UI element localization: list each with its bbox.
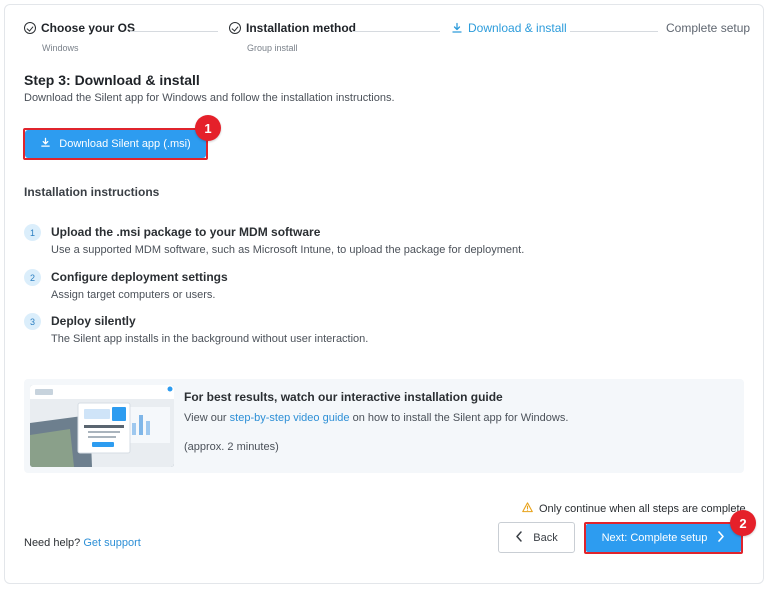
step-complete-setup[interactable]: Complete setup bbox=[666, 20, 750, 36]
step-title: Download & install bbox=[468, 21, 567, 35]
video-guide-link[interactable]: step-by-step video guide bbox=[230, 412, 350, 424]
warning-text: Only continue when all steps are complet… bbox=[539, 503, 746, 515]
guide-line-suffix: on how to install the Silent app for Win… bbox=[349, 412, 569, 424]
instructions-title: Installation instructions bbox=[24, 185, 160, 199]
guide-duration: (approx. 2 minutes) bbox=[184, 441, 279, 453]
stepper: Choose your OS Windows Installation meth… bbox=[20, 20, 750, 60]
get-support-link[interactable]: Get support bbox=[83, 537, 140, 549]
step-number: 1 bbox=[24, 224, 41, 241]
warning-icon bbox=[522, 502, 533, 516]
step-connector bbox=[352, 31, 440, 32]
guide-title: For best results, watch our interactive … bbox=[184, 390, 503, 404]
step-installation-method[interactable]: Installation method Group install bbox=[229, 20, 356, 53]
instruction-title: Upload the .msi package to your MDM soft… bbox=[51, 225, 321, 239]
video-thumbnail[interactable] bbox=[30, 385, 174, 467]
step-choose-os[interactable]: Choose your OS Windows bbox=[24, 20, 135, 53]
back-button[interactable]: Back bbox=[498, 522, 575, 553]
step-number: 2 bbox=[24, 269, 41, 286]
step-subtitle: Windows bbox=[42, 43, 79, 53]
step-download-install[interactable]: Download & install bbox=[451, 20, 567, 36]
step-title: Choose your OS bbox=[41, 21, 136, 35]
step-connector bbox=[570, 31, 658, 32]
instruction-title: Deploy silently bbox=[51, 314, 136, 328]
instruction-desc: The Silent app installs in the backgroun… bbox=[51, 333, 369, 345]
page-title: Step 3: Download & install bbox=[24, 72, 200, 88]
help-prefix: Need help? bbox=[24, 537, 84, 549]
step-number: 3 bbox=[24, 313, 41, 330]
video-guide-panel: For best results, watch our interactive … bbox=[24, 379, 744, 473]
help-text: Need help? Get support bbox=[24, 537, 141, 549]
step-title: Installation method bbox=[246, 21, 357, 35]
annotation-highlight-2 bbox=[584, 522, 743, 554]
step-connector bbox=[130, 31, 218, 32]
instruction-desc: Assign target computers or users. bbox=[51, 289, 216, 301]
page-description: Download the Silent app for Windows and … bbox=[24, 92, 395, 104]
guide-line-prefix: View our bbox=[184, 412, 230, 424]
step-title: Complete setup bbox=[666, 21, 751, 35]
warning-message: Only continue when all steps are complet… bbox=[522, 502, 746, 516]
instruction-desc: Use a supported MDM software, such as Mi… bbox=[51, 244, 525, 256]
annotation-badge-2: 2 bbox=[730, 510, 756, 536]
annotation-highlight-1 bbox=[23, 128, 208, 160]
step-subtitle: Group install bbox=[247, 43, 298, 53]
back-button-label: Back bbox=[533, 531, 558, 544]
chevron-left-icon bbox=[515, 530, 523, 545]
check-circle-icon bbox=[24, 22, 36, 34]
download-icon bbox=[451, 22, 463, 34]
annotation-badge-1: 1 bbox=[195, 115, 221, 141]
instruction-title: Configure deployment settings bbox=[51, 270, 228, 284]
guide-description: View our step-by-step video guide on how… bbox=[184, 412, 568, 424]
check-circle-icon bbox=[229, 22, 241, 34]
